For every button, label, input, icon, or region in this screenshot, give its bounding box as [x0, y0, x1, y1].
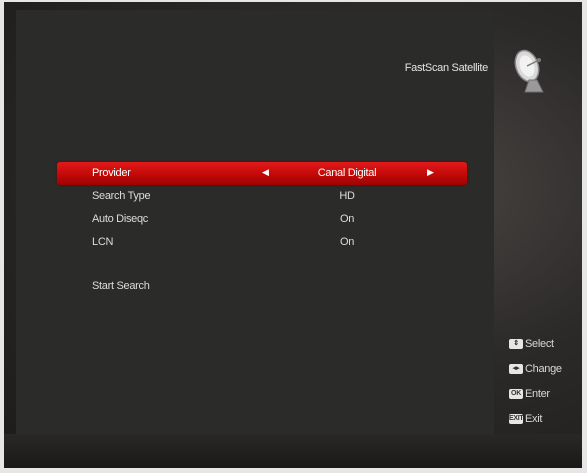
menu-value-provider: Canal Digital	[317, 167, 377, 179]
menu-row-search-type[interactable]: Search Type HD	[57, 185, 467, 208]
updown-key-icon: ⇕	[509, 339, 523, 349]
menu-value-lcn: On	[339, 236, 355, 248]
menu-label-start-search: Start Search	[92, 280, 150, 292]
settings-menu: Provider ◀ Canal Digital ▶ Search Type H…	[57, 162, 467, 298]
hint-enter-label: Enter	[525, 388, 550, 400]
hint-select-label: Select	[525, 338, 554, 350]
menu-value-search-type: HD	[339, 190, 355, 202]
menu-row-start-search[interactable]: Start Search	[57, 275, 467, 298]
menu-label-auto-diseqc: Auto Diseqc	[92, 213, 149, 225]
menu-label-search-type: Search Type	[92, 190, 151, 202]
menu-value-auto-diseqc: On	[339, 213, 355, 225]
arrow-right-icon[interactable]: ▶	[427, 167, 434, 178]
screen-title: FastScan Satellite	[404, 62, 489, 74]
ok-key-icon: OK	[509, 389, 523, 399]
menu-row-auto-diseqc[interactable]: Auto Diseqc On	[57, 208, 467, 231]
arrow-left-icon[interactable]: ◀	[262, 167, 269, 178]
satellite-dish-icon	[514, 49, 544, 93]
menu-label-provider: Provider	[92, 167, 131, 179]
hint-exit-label: Exit	[525, 413, 543, 425]
bottom-strip	[4, 434, 582, 468]
leftright-key-icon: ◂▸	[509, 364, 523, 374]
menu-spacer	[57, 254, 467, 275]
menu-label-lcn: LCN	[92, 236, 114, 248]
menu-row-provider[interactable]: Provider ◀ Canal Digital ▶	[57, 162, 467, 185]
tv-screen: FastScan Satellite Provider ◀ Canal Digi…	[4, 2, 582, 468]
hint-change-label: Change	[525, 363, 562, 375]
exit-key-icon: EXIT	[509, 414, 524, 424]
menu-row-lcn[interactable]: LCN On	[57, 231, 467, 254]
